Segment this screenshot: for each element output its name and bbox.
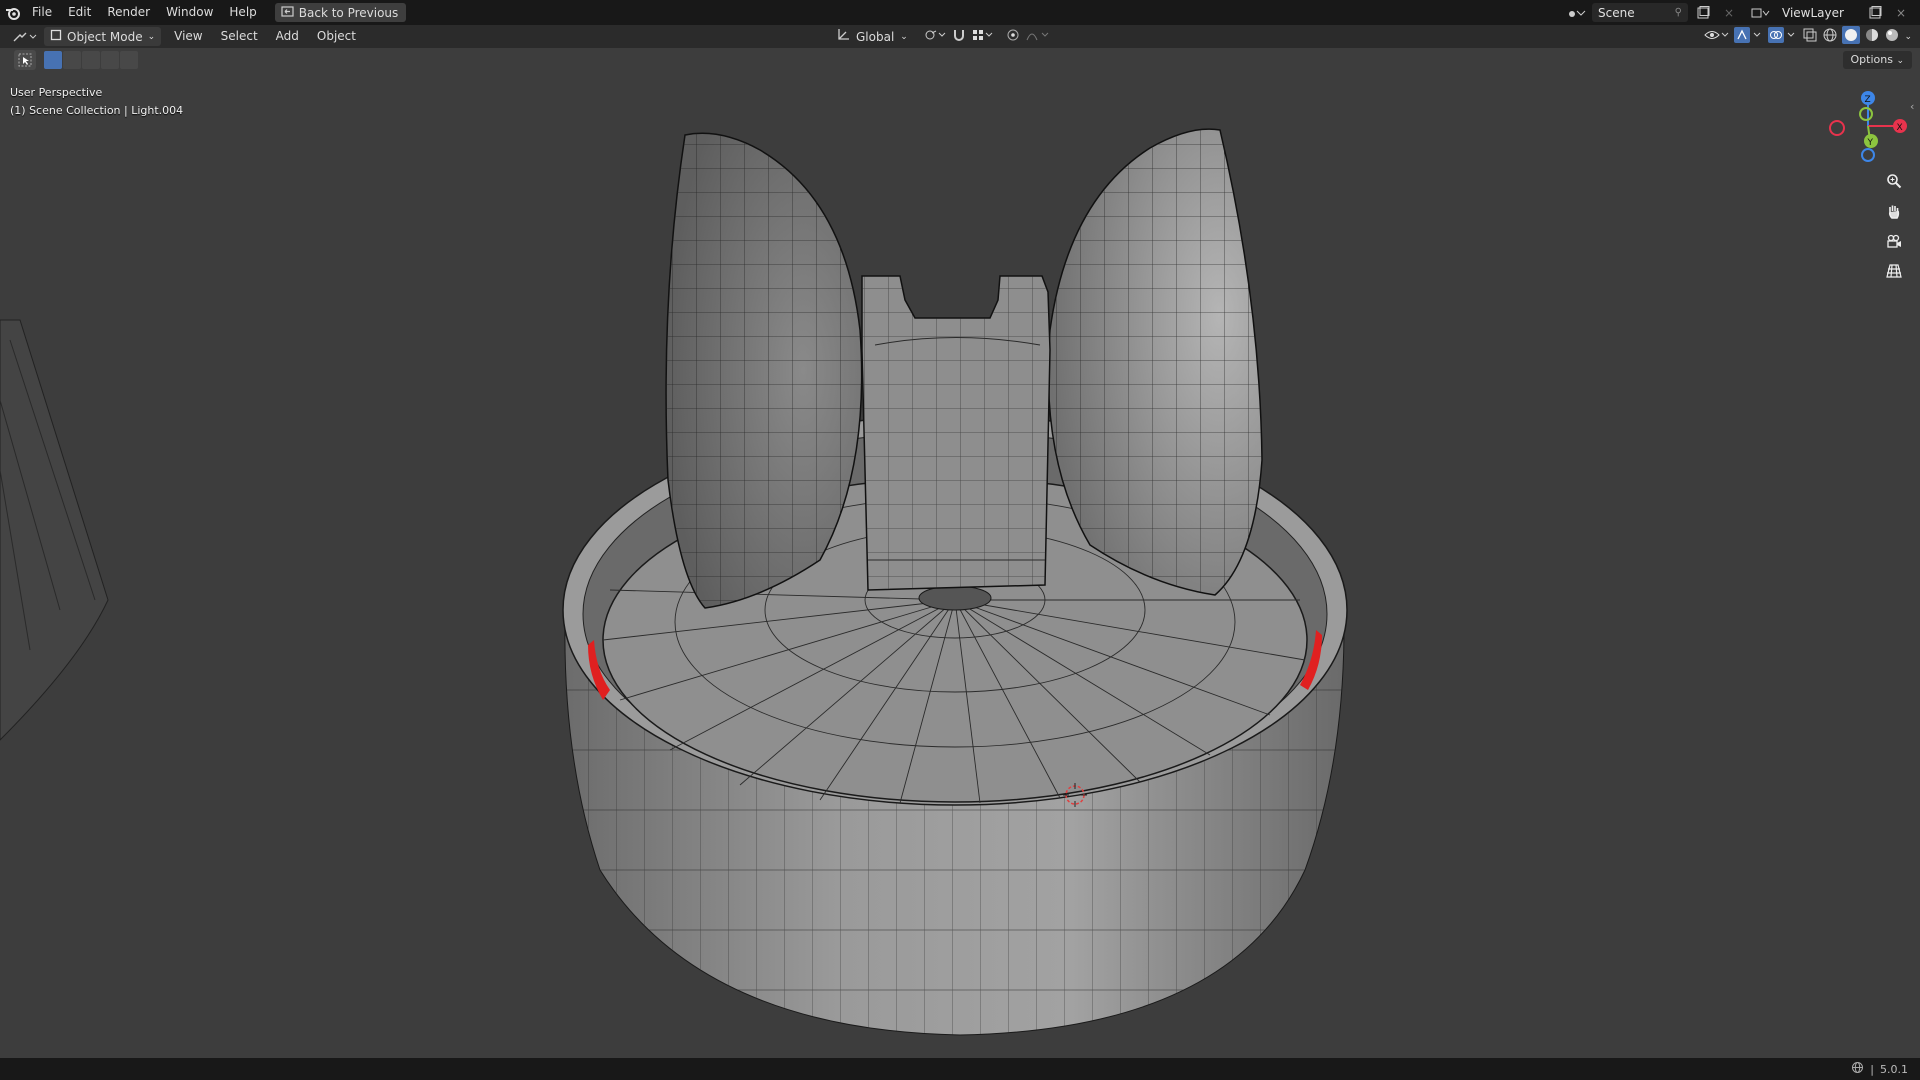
status-bar: | 5.0.1 (0, 1058, 1920, 1080)
zoom-icon[interactable] (1882, 170, 1906, 192)
left-partial-cylinder (0, 319, 109, 741)
gizmo-y-label: Y (1867, 138, 1874, 148)
mesh-render (0, 128, 1348, 1036)
globe-icon (1851, 1061, 1864, 1077)
central-block (861, 275, 1051, 591)
viewport-navigation-buttons (1882, 170, 1906, 282)
gizmo-z-label: Z (1865, 95, 1871, 105)
version-text: 5.0.1 (1880, 1062, 1908, 1076)
blender-window: File Edit Render Window Help Back to Pre… (0, 0, 1920, 1080)
pan-hand-icon[interactable] (1882, 200, 1906, 222)
navigation-gizmo[interactable]: Z X Y (1820, 86, 1910, 166)
gizmo-x-label: X (1897, 123, 1903, 133)
camera-view-icon[interactable] (1882, 230, 1906, 252)
sidebar-toggle-chevron-icon[interactable]: ‹ (1910, 100, 1914, 113)
right-dome (1047, 128, 1263, 596)
status-separator: | (1870, 1062, 1874, 1076)
perspective-grid-icon[interactable] (1882, 260, 1906, 282)
left-dome (665, 132, 863, 609)
